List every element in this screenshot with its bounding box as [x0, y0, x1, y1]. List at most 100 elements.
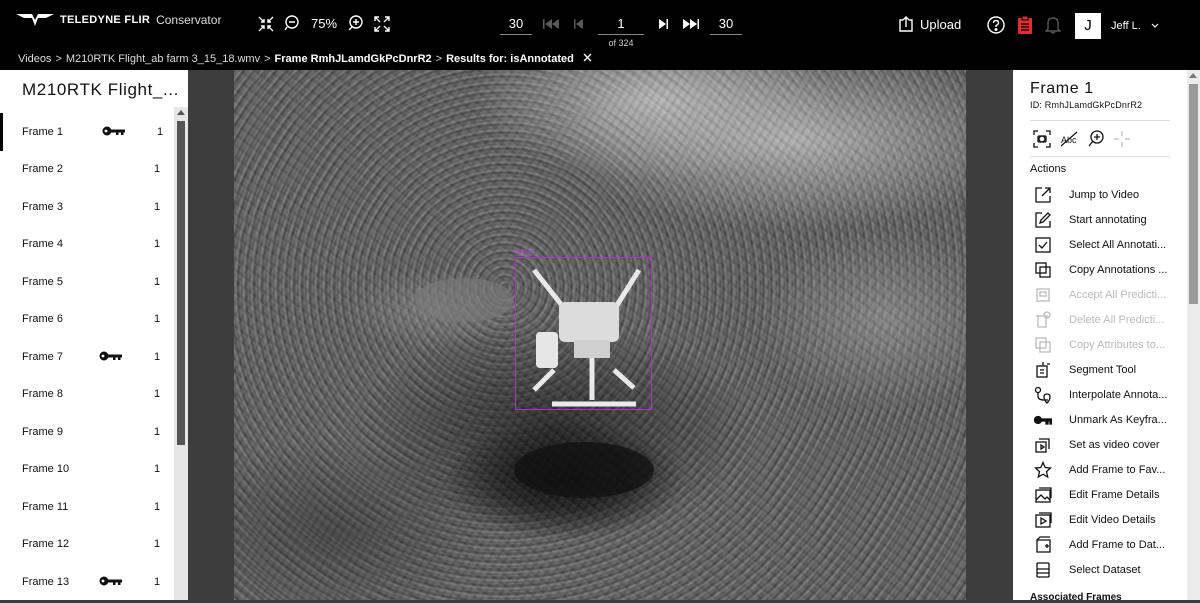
action-label: Accept All Predicti... — [1069, 289, 1167, 301]
action-edit-video-details[interactable]: Edit Video Details — [1033, 510, 1183, 530]
action-label: Start annotating — [1069, 214, 1147, 226]
frame-list-scrollbar[interactable] — [174, 107, 188, 600]
actions-heading: Actions — [1030, 163, 1067, 175]
frame-row-3[interactable]: Frame 3 1 — [0, 188, 174, 226]
avatar[interactable]: J — [1075, 13, 1101, 39]
action-delete-all-predicti[interactable]: Delete All Predicti... — [1033, 310, 1183, 330]
frame-row-13[interactable]: Frame 13 1 — [0, 563, 174, 601]
frame-name: Frame 7 — [22, 350, 63, 363]
zoom-level: 75% — [311, 16, 338, 31]
action-label: Delete All Predicti... — [1069, 314, 1165, 326]
fullscreen-icon[interactable] — [374, 15, 390, 32]
zoom-out-icon[interactable] — [284, 15, 301, 32]
frame-details-panel: Frame 1 ID: RmhJLamdGkPcDnrR2 Abc Action… — [1013, 70, 1200, 603]
skip-forward-input[interactable]: 30 — [710, 13, 742, 35]
frame-row-4[interactable]: Frame 4 1 — [0, 226, 174, 264]
action-accept-all-predicti[interactable]: Accept All Predicti... — [1033, 285, 1183, 305]
hide-labels-icon[interactable]: Abc — [1059, 130, 1079, 148]
frame-list-scroll-thumb[interactable] — [177, 121, 185, 445]
frame-row-8[interactable]: Frame 8 1 — [0, 376, 174, 414]
frame-row-5[interactable]: Frame 5 1 — [0, 263, 174, 301]
brand-logo[interactable]: TELEDYNE FLIR Conservator — [16, 12, 221, 28]
close-filter-icon[interactable] — [583, 53, 592, 62]
associated-frames-heading[interactable]: Associated Frames — [1030, 592, 1122, 603]
frame-name: Frame 5 — [22, 275, 63, 288]
frame-name: Frame 8 — [22, 388, 63, 401]
annotation-count: 1 — [154, 200, 161, 213]
user-menu[interactable]: J Jeff L. — [1075, 13, 1159, 39]
help-icon[interactable] — [987, 16, 1005, 34]
keyframe-key-icon — [99, 576, 123, 589]
current-frame[interactable]: 1 of 324 — [598, 13, 644, 48]
action-segment-tool[interactable]: Segment Tool — [1033, 360, 1183, 380]
action-label: Select Dataset — [1069, 564, 1141, 576]
action-unmark-as-keyfra[interactable]: Unmark As Keyfra... — [1033, 410, 1183, 430]
breadcrumb-frame[interactable]: Frame RmhJLamdGkPcDnrR2 — [275, 53, 432, 65]
zoom-in-icon[interactable] — [347, 15, 364, 32]
frame-row-6[interactable]: Frame 6 1 — [0, 301, 174, 339]
brand-product: Conservator — [156, 13, 222, 27]
chevron-down-icon — [1151, 23, 1159, 28]
image-edit-icon — [1033, 485, 1053, 505]
frame-row-2[interactable]: Frame 2 1 — [0, 151, 174, 189]
scroll-up-icon[interactable] — [177, 110, 185, 115]
action-add-frame-to-dat[interactable]: Add Frame to Dat... — [1033, 535, 1183, 555]
breadcrumb-video[interactable]: M210RTK Flight_ab farm 3_15_18.wmv — [66, 53, 260, 65]
next-frame-icon[interactable] — [654, 13, 672, 35]
panel-scrollbar[interactable] — [1187, 70, 1200, 600]
current-frame-input[interactable]: 1 — [598, 13, 644, 35]
annotation-count: 1 — [154, 425, 161, 438]
skip-back-icon[interactable] — [542, 13, 560, 35]
accept-icon — [1033, 285, 1053, 305]
breadcrumb-videos[interactable]: Videos — [18, 53, 51, 65]
action-interpolate-annota[interactable]: Interpolate Annota... — [1033, 385, 1183, 405]
zoom-controls: 75% — [258, 15, 390, 32]
action-label: Copy Attributes to... — [1069, 339, 1165, 351]
panel-scroll-thumb[interactable] — [1189, 84, 1198, 304]
action-copy-annotations[interactable]: Copy Annotations ... — [1033, 260, 1183, 280]
action-label: Add Frame to Fav... — [1069, 464, 1166, 476]
fit-to-screen-icon[interactable] — [258, 16, 274, 32]
frame-row-9[interactable]: Frame 9 1 — [0, 413, 174, 451]
clipboard-icon[interactable] — [1017, 15, 1033, 35]
annotation-bounding-box[interactable]: Drone — [515, 249, 652, 410]
thermal-frame-image[interactable]: Drone — [234, 70, 966, 600]
annotation-count: 1 — [154, 538, 161, 551]
video-edit-icon — [1033, 510, 1053, 530]
annotation-count: 1 — [154, 275, 161, 288]
previous-frame-icon[interactable] — [570, 13, 588, 35]
upload-icon — [899, 16, 913, 32]
keyframe-key-icon — [102, 126, 126, 139]
action-copy-attributes-to[interactable]: Copy Attributes to... — [1033, 335, 1183, 355]
detect-icon[interactable] — [1033, 130, 1051, 148]
panel-title: Frame 1 — [1030, 80, 1094, 97]
frame-row-12[interactable]: Frame 12 1 — [0, 526, 174, 564]
zoom-in-tool-icon[interactable] — [1087, 130, 1105, 148]
frame-list: Frame 1 1 Frame 2 1 Frame 3 1 Frame 4 1 Frame 51… — [0, 113, 174, 601]
segment-icon — [1033, 360, 1053, 380]
notification-bell-icon[interactable] — [1045, 16, 1061, 34]
annotation-count: 1 — [154, 163, 161, 176]
frame-row-11[interactable]: Frame 11 1 — [0, 488, 174, 526]
action-set-as-video-cover[interactable]: Set as video cover — [1033, 435, 1183, 455]
action-select-all-annotati[interactable]: Select All Annotati... — [1033, 235, 1183, 255]
action-add-frame-to-fav[interactable]: Add Frame to Fav... — [1033, 460, 1183, 480]
action-jump-to-video[interactable]: Jump to Video — [1033, 185, 1183, 205]
upload-button[interactable]: Upload — [898, 16, 961, 32]
annotation-label: Drone — [515, 249, 535, 256]
frame-name: Frame 12 — [22, 538, 70, 551]
panel-scroll-up-icon[interactable] — [1189, 73, 1197, 78]
frame-row-10[interactable]: Frame 10 1 — [0, 451, 174, 489]
frame-list-panel: M210RTK Flight_... Frame 1 1 Frame 2 1 Frame… — [0, 70, 188, 600]
skip-forward-icon[interactable] — [682, 13, 700, 35]
action-edit-frame-details[interactable]: Edit Frame Details — [1033, 485, 1183, 505]
cover-icon — [1033, 435, 1053, 455]
action-select-dataset[interactable]: Select Dataset — [1033, 560, 1183, 580]
action-start-annotating[interactable]: Start annotating — [1033, 210, 1183, 230]
frame-name: Frame 2 — [22, 163, 63, 176]
frame-row-1[interactable]: Frame 1 1 — [0, 113, 174, 151]
crosshair-icon[interactable] — [1113, 130, 1131, 148]
skip-back-input[interactable]: 30 — [500, 13, 532, 35]
frame-id: ID: RmhJLamdGkPcDnrR2 — [1030, 100, 1143, 110]
frame-row-7[interactable]: Frame 7 1 — [0, 338, 174, 376]
